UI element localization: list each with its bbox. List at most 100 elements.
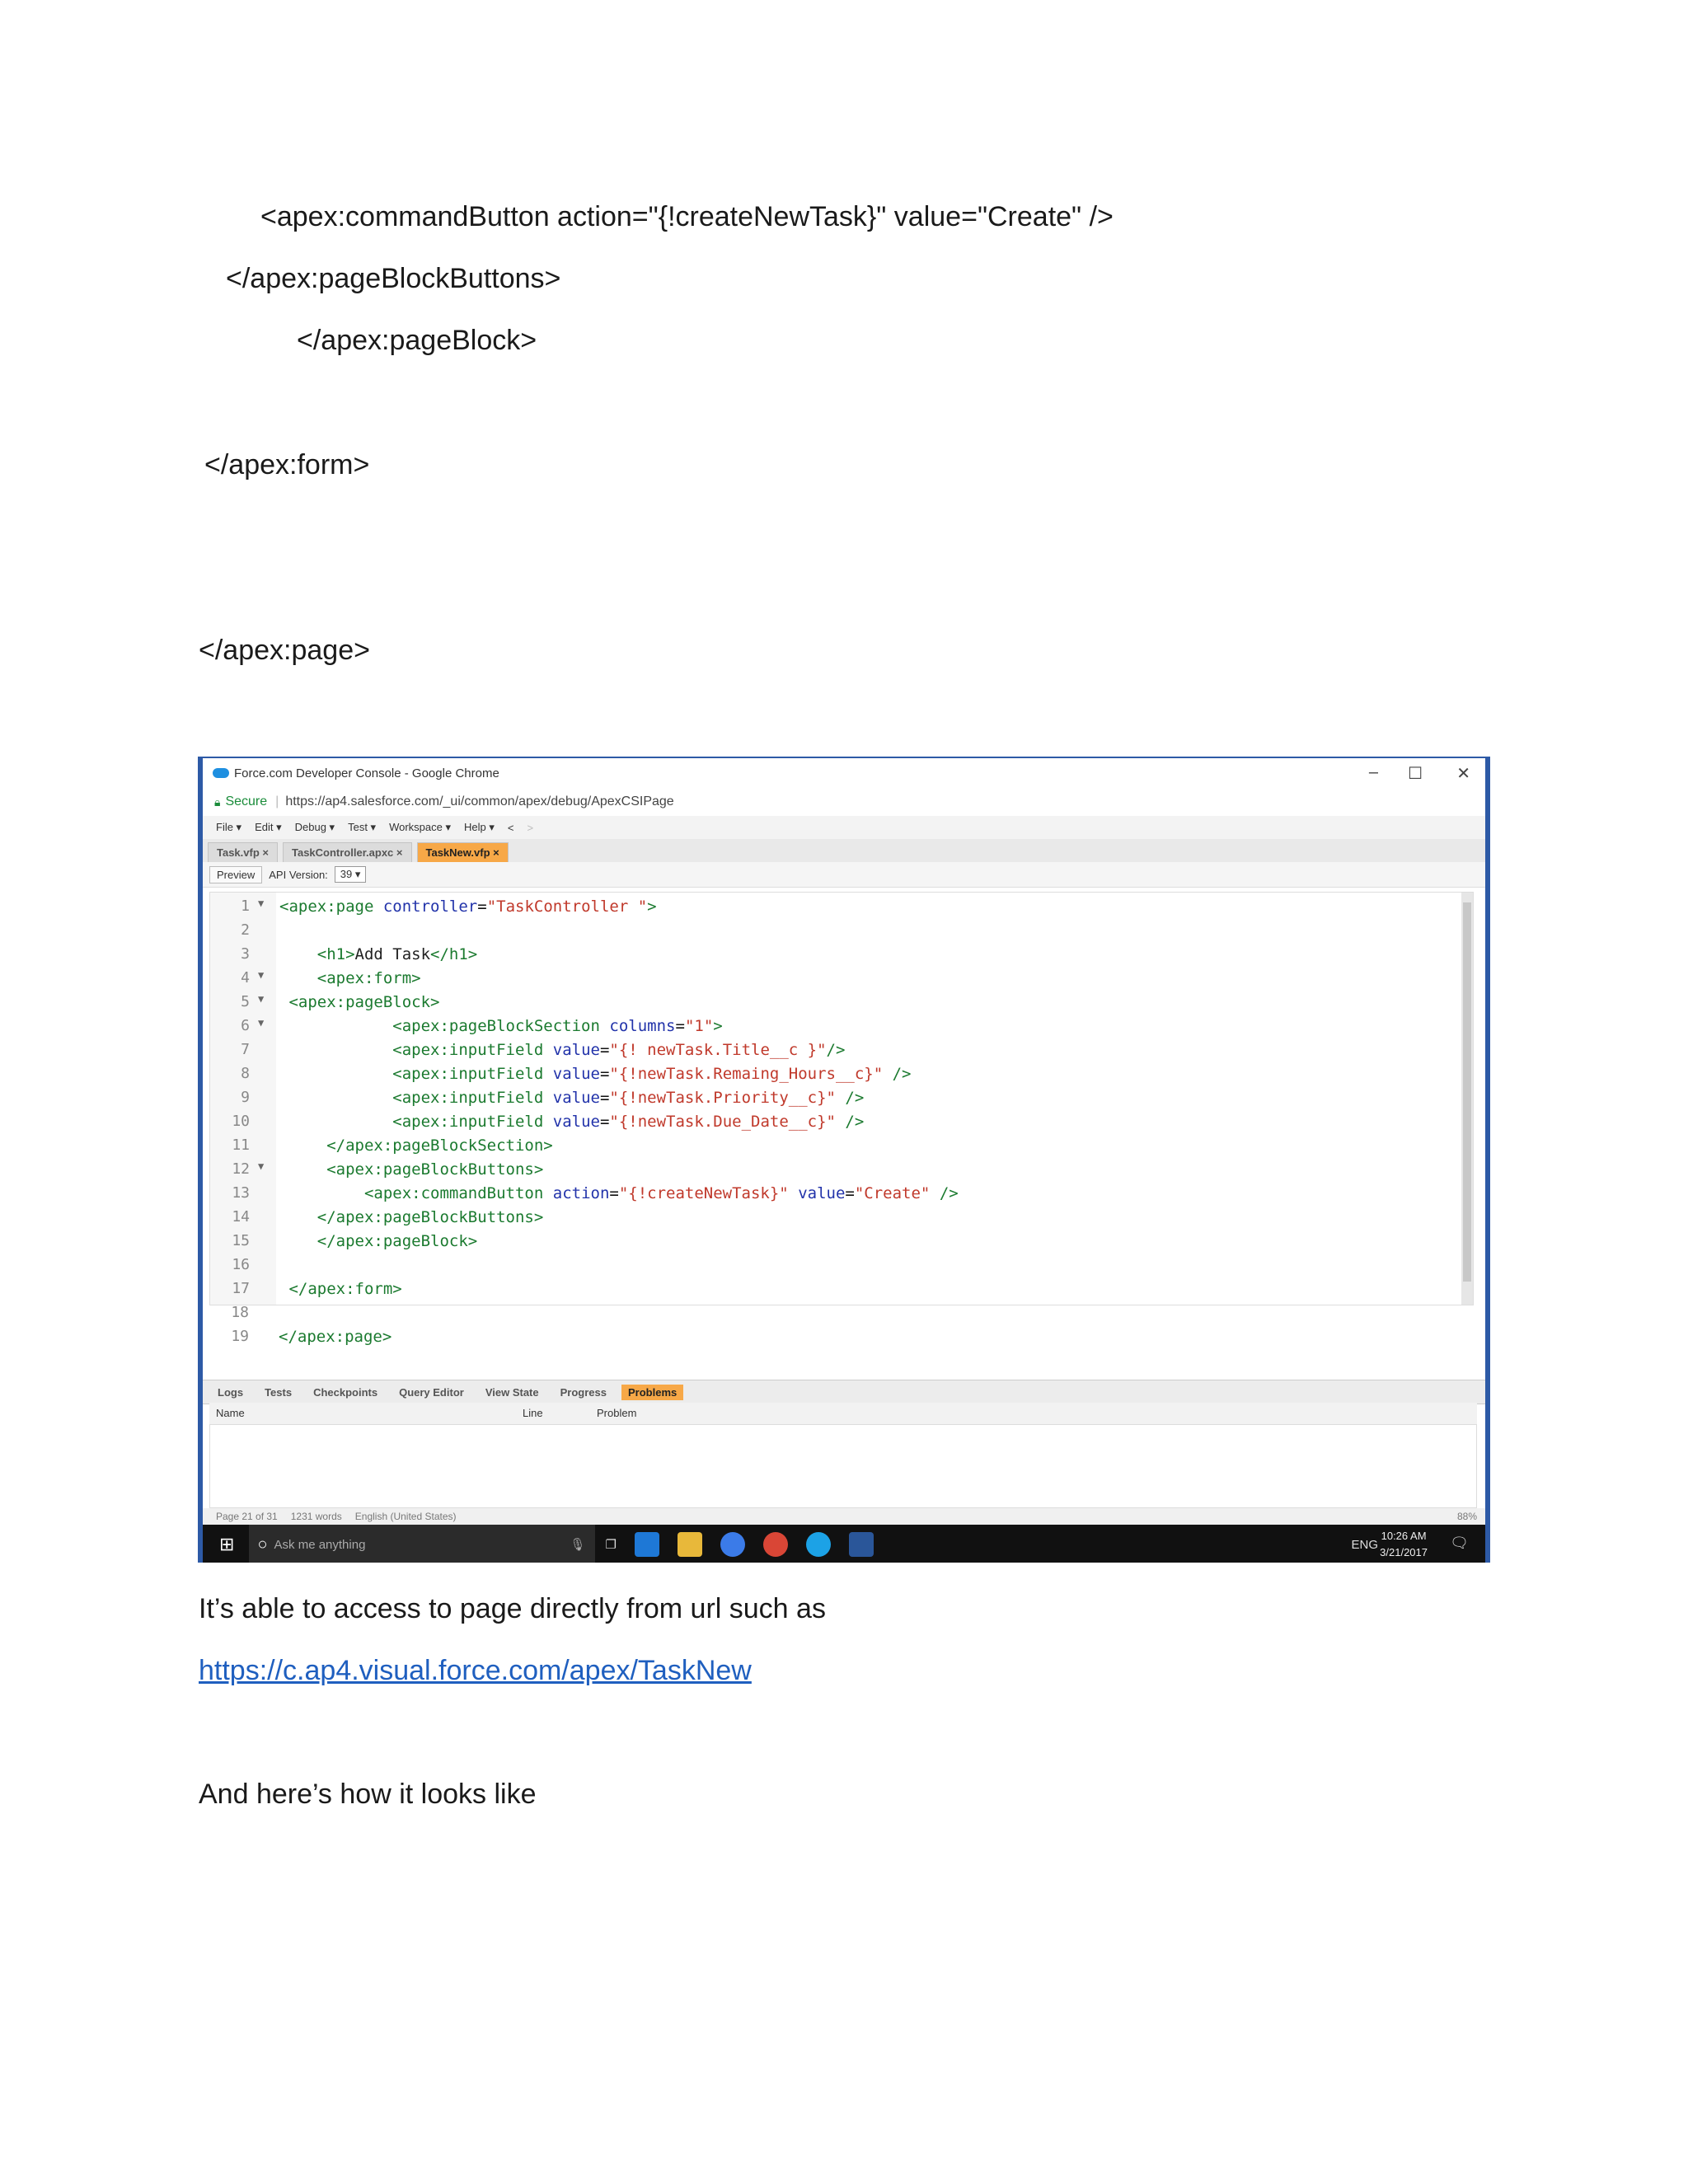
fold-icon[interactable]: ▼ (258, 1017, 264, 1029)
line-number: 17 (232, 1280, 250, 1297)
doc-code-line-4: </apex:form> (204, 449, 370, 480)
tab-view-state[interactable]: View State (479, 1385, 546, 1400)
scroll-thumb[interactable] (1463, 902, 1471, 1282)
editor-scrollbar[interactable] (1461, 893, 1473, 1305)
line-number: 16 (232, 1256, 250, 1273)
google-icon[interactable] (720, 1532, 745, 1557)
salesforce-cloud-icon (213, 768, 229, 778)
line-number: 1 (241, 898, 250, 915)
paragraph-access: It’s able to access to page directly fro… (199, 1593, 826, 1624)
menu-workspace[interactable]: Workspace ▾ (389, 821, 451, 834)
line-number: 3 (241, 945, 250, 963)
tab-progress[interactable]: Progress (554, 1385, 613, 1400)
tray-lang[interactable]: ENG (1351, 1538, 1378, 1552)
line-number: 14 (232, 1208, 250, 1226)
notification-icon[interactable]: 🗨︎ (1450, 1535, 1469, 1552)
column-name[interactable]: Name (216, 1407, 245, 1419)
minimize-icon[interactable]: – (1369, 763, 1378, 782)
preview-button[interactable]: Preview (209, 865, 263, 883)
line-number: 5 (241, 993, 250, 1010)
line-number: 2 (241, 921, 250, 939)
problems-table-header: Name Line Problem (209, 1403, 1477, 1425)
problems-table-body (209, 1424, 1477, 1508)
doc-code-line-1: <apex:commandButton action="{!createNewT… (260, 201, 1114, 232)
line-number: 9 (241, 1089, 250, 1106)
page-count: Page 21 of 31 (216, 1511, 278, 1522)
line-number: 7 (241, 1041, 250, 1058)
lock-icon: 🔒︎ (214, 794, 221, 808)
api-version-label: API Version: (269, 868, 328, 881)
doc-code-line-5: </apex:page> (199, 635, 370, 666)
line-number: 6 (241, 1017, 250, 1034)
menu-test[interactable]: Test ▾ (348, 821, 376, 834)
line-number: 11 (232, 1137, 250, 1154)
menu-debug[interactable]: Debug ▾ (295, 821, 335, 834)
chrome-icon[interactable] (762, 1532, 788, 1557)
paragraph-looks-like: And here’s how it looks like (199, 1779, 537, 1810)
column-problem[interactable]: Problem (597, 1407, 636, 1419)
edge-icon[interactable] (634, 1532, 659, 1557)
tab-tasknew-vfp[interactable]: TaskNew.vfp × (416, 842, 509, 862)
tab-checkpoints[interactable]: Checkpoints (307, 1385, 384, 1400)
line-number: 10 (232, 1113, 250, 1130)
taskbar-clock[interactable]: 10:26 AM 3/21/2017 (1380, 1528, 1428, 1561)
menu-help[interactable]: Help ▾ (464, 821, 495, 834)
clock-time: 10:26 AM (1381, 1530, 1427, 1542)
word-statusbar: Page 21 of 31 1231 words English (United… (203, 1508, 1485, 1525)
nav-back-button[interactable]: < (508, 822, 514, 834)
code-editor[interactable]: 1 ▼ <apex:page controller="TaskController … (209, 892, 1474, 1305)
menu-file[interactable]: File ▾ (216, 821, 241, 834)
close-icon[interactable]: ✕ (1456, 763, 1470, 784)
cortana-icon: ○ (257, 1535, 268, 1554)
cortana-search[interactable]: ○ Ask me anything 🎙︎ (249, 1525, 596, 1563)
language: English (United States) (354, 1511, 457, 1522)
line-number: 4 (241, 969, 250, 987)
api-version-value: 39 (340, 868, 353, 880)
tab-query-editor[interactable]: Query Editor (392, 1385, 471, 1400)
api-version-select[interactable]: 39 ▾ (334, 866, 367, 883)
file-tabs: Task.vfp × TaskController.apxc × TaskNew… (203, 839, 1485, 863)
line-number: 18 (231, 1304, 249, 1321)
developer-console-screenshot: Force.com Developer Console - Google Chr… (198, 757, 1490, 1563)
tasknew-link[interactable]: https://c.ap4.visual.force.com/apex/Task… (199, 1655, 752, 1687)
task-view-icon[interactable]: ❐ (605, 1537, 616, 1552)
line-number: 12 (232, 1160, 250, 1178)
maximize-icon[interactable]: ☐ (1408, 763, 1423, 784)
line-number: 19 (231, 1328, 249, 1345)
fold-icon[interactable]: ▼ (258, 993, 264, 1005)
line-number: 15 (232, 1232, 250, 1249)
search-placeholder: Ask me anything (274, 1537, 366, 1552)
bottom-panel-tabs: Logs Tests Checkpoints Query Editor View… (203, 1380, 1485, 1404)
menu-edit[interactable]: Edit ▾ (255, 821, 282, 834)
address-url[interactable]: https://ap4.salesforce.com/_ui/common/ap… (285, 794, 673, 809)
clock-date: 3/21/2017 (1380, 1546, 1428, 1558)
windows-taskbar: ⊞ ○ Ask me anything 🎙︎ ❐ ENG 10:26 AM 3/… (203, 1525, 1485, 1563)
window-titlebar: Force.com Developer Console - Google Chr… (203, 758, 1485, 788)
line-number: 8 (241, 1065, 250, 1082)
address-bar[interactable]: 🔒︎ Secure | https://ap4.salesforce.com/_… (203, 788, 1485, 817)
fold-icon[interactable]: ▼ (258, 1160, 264, 1172)
word-icon[interactable] (848, 1532, 874, 1557)
file-explorer-icon[interactable] (677, 1532, 702, 1557)
doc-code-line-2: </apex:pageBlockButtons> (226, 263, 561, 294)
nav-forward-button[interactable]: > (527, 822, 533, 834)
skype-icon[interactable] (805, 1532, 831, 1557)
fold-icon[interactable]: ▼ (258, 898, 264, 909)
tab-problems[interactable]: Problems (621, 1384, 684, 1400)
windows-start-icon[interactable]: ⊞ (219, 1534, 234, 1555)
console-menubar: File ▾ Edit ▾ Debug ▾ Test ▾ Workspace ▾… (203, 816, 1485, 840)
word-count: 1231 words (290, 1511, 342, 1522)
fold-icon[interactable]: ▼ (258, 969, 264, 981)
line-number: 13 (232, 1184, 250, 1202)
tab-logs[interactable]: Logs (211, 1385, 250, 1400)
tab-tests[interactable]: Tests (258, 1385, 298, 1400)
window-title: Force.com Developer Console - Google Chr… (234, 766, 499, 780)
tab-taskcontroller-apxc[interactable]: TaskController.apxc × (282, 842, 412, 862)
tab-task-vfp[interactable]: Task.vfp × (208, 842, 278, 862)
doc-code-line-3: </apex:pageBlock> (297, 325, 537, 356)
microphone-icon[interactable]: 🎙︎ (570, 1537, 585, 1552)
secure-label: Secure (225, 794, 268, 808)
preview-toolbar: Preview API Version: 39 ▾ (203, 862, 1485, 888)
zoom-level: 88% (1456, 1511, 1477, 1522)
column-line[interactable]: Line (523, 1407, 543, 1419)
